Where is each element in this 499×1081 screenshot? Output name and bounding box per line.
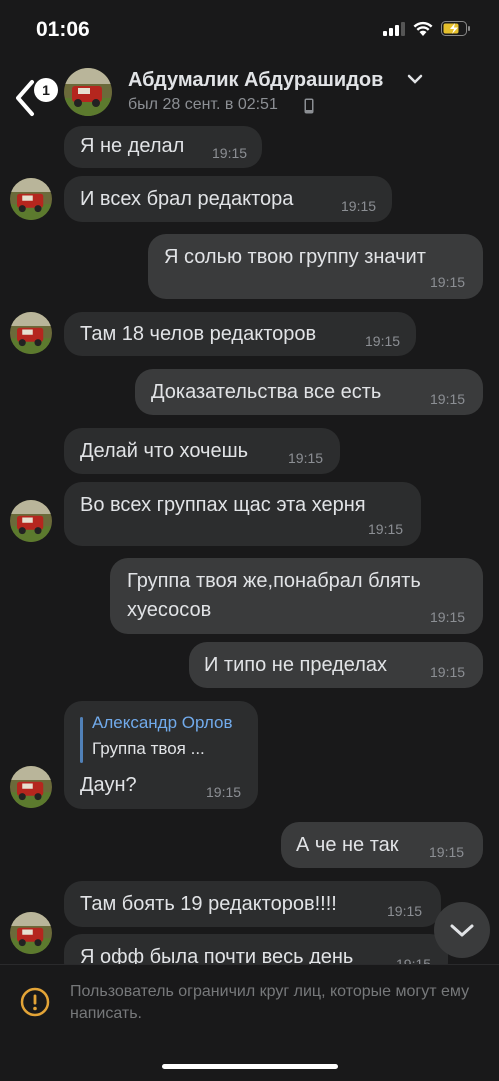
message-bubble-incoming[interactable]: Я офф была почти весь день 19:15 [64,934,448,964]
message-text: Я солью твою группу значит [164,246,426,268]
message-bubble-outgoing[interactable]: Группа твоя же,понабрал блять хуесосов 1… [110,558,483,634]
message-time: 19:15 [365,333,401,349]
reply-quote-text[interactable]: Группа твоя ... [92,739,205,759]
wifi-icon [413,21,433,36]
message-text: Даун? [80,774,137,796]
sender-avatar[interactable] [10,766,52,808]
message-time: 19:15 [430,274,466,290]
message-bubble-outgoing[interactable]: И типо не пределах 19:15 [189,642,483,688]
contact-avatar[interactable] [64,68,112,116]
back-button[interactable]: 1 [12,72,58,116]
sender-avatar[interactable] [10,178,52,220]
warning-icon [20,987,50,1017]
status-time: 01:06 [36,18,90,41]
message-bubble-incoming[interactable]: И всех брал редактора 19:15 [64,176,392,222]
chevron-down-icon [450,924,474,937]
status-bar: 01:06 [0,0,499,60]
message-text: Я не делал [80,135,185,157]
chat-header: 1 Абдумалик Абдурашидов был 28 сент. в 0… [0,60,499,126]
message-text: Делай что хочешь [80,440,249,462]
message-time: 19:15 [396,956,432,964]
message-time: 19:15 [430,664,466,680]
message-time: 19:15 [387,903,423,919]
message-bubble-outgoing[interactable]: А че не так 19:15 [281,822,483,868]
messaging-restricted-notice: Пользователь ограничил круг лиц, которые… [0,964,499,1081]
message-bubble-outgoing[interactable]: Я солью твою группу значит 19:15 [148,234,483,299]
message-text: Я офф была почти весь день [80,946,354,964]
cellular-signal-icon [383,21,405,36]
message-time: 19:15 [430,609,466,625]
sender-avatar[interactable] [10,500,52,542]
message-text: А че не так [296,834,399,856]
message-bubble-incoming[interactable]: Там боять 19 редакторов!!!! 19:15 [64,881,441,927]
message-time: 19:15 [206,784,242,800]
message-time: 19:15 [429,844,465,860]
message-bubble-incoming[interactable]: Делай что хочешь 19:15 [64,428,340,474]
sender-avatar[interactable] [10,912,52,954]
mobile-device-icon [304,98,314,114]
message-time: 19:15 [368,521,404,537]
message-text-line2: хуесосов [127,599,212,621]
message-text-line1: Группа твоя же,понабрал блять [127,570,421,592]
chevron-down-icon[interactable] [406,72,424,86]
unread-count-badge: 1 [34,78,58,102]
message-text: Там 18 челов редакторов [80,323,317,345]
message-bubble-incoming[interactable]: Я не делал 19:15 [64,126,262,168]
message-time: 19:15 [341,198,377,214]
contact-name[interactable]: Абдумалик Абдурашидов [128,69,383,92]
last-seen-status: был 28 сент. в 02:51 [128,96,278,113]
message-text: И типо не пределах [204,654,388,676]
message-text: Доказательства все есть [151,381,382,403]
message-bubble-incoming[interactable]: Там 18 челов редакторов 19:15 [64,312,416,356]
message-time: 19:15 [288,450,324,466]
message-text: И всех брал редактора [80,188,294,210]
message-text: Там боять 19 редакторов!!!! [80,893,337,915]
message-bubble-incoming[interactable]: Во всех группах щас эта херня 19:15 [64,482,421,546]
reply-quote-bar [80,717,83,763]
sender-avatar[interactable] [10,312,52,354]
reply-author[interactable]: Александр Орлов [92,713,232,733]
scroll-to-bottom-button[interactable] [434,902,490,958]
restriction-notice-text: Пользователь ограничил круг лиц, которые… [70,983,470,1022]
message-bubble-incoming-reply[interactable]: Александр Орлов Группа твоя ... Даун? 19… [64,701,258,809]
message-list[interactable]: Я не делал 19:15 И всех брал редактора 1… [0,126,499,964]
message-time: 19:15 [430,391,466,407]
message-text: Во всех группах щас эта херня [80,494,366,516]
battery-charging-icon [441,21,470,36]
home-indicator[interactable] [162,1064,338,1069]
message-time: 19:15 [212,145,248,161]
message-bubble-outgoing[interactable]: Доказательства все есть 19:15 [135,369,483,415]
